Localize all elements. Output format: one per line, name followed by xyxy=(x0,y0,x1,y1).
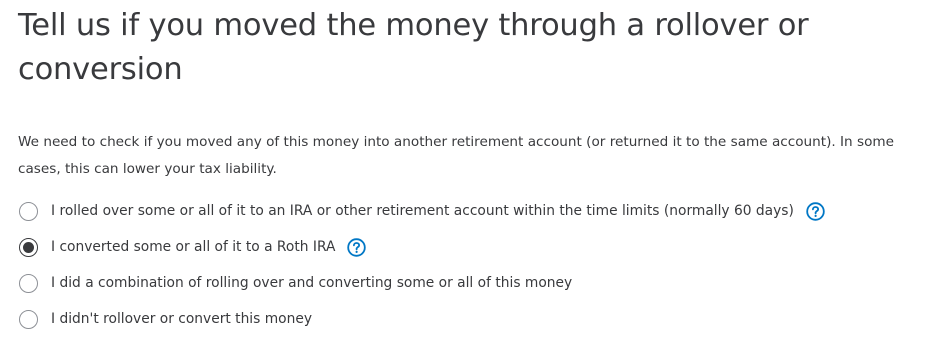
radio-button-rolled-over[interactable] xyxy=(19,201,38,221)
radio-button-no-rollover[interactable] xyxy=(19,309,38,329)
description-text: We need to check if you moved any of thi… xyxy=(18,134,894,177)
radio-label-rolled-over[interactable]: I rolled over some or all of it to an IR… xyxy=(51,203,794,219)
radio-button-combination[interactable] xyxy=(19,273,38,293)
radio-option-combination[interactable]: I did a combination of rolling over and … xyxy=(19,265,938,301)
question-circle-icon[interactable] xyxy=(347,237,367,257)
rollover-conversion-section: Tell us if you moved the money through a… xyxy=(18,0,938,337)
radio-option-rolled-over[interactable]: I rolled over some or all of it to an IR… xyxy=(19,193,938,229)
radio-button-converted-roth[interactable] xyxy=(19,237,38,257)
radio-option-converted-roth[interactable]: I converted some or all of it to a Roth … xyxy=(19,229,938,265)
radio-label-no-rollover[interactable]: I didn't rollover or convert this money xyxy=(51,311,312,327)
radio-option-no-rollover[interactable]: I didn't rollover or convert this money xyxy=(19,301,938,337)
radio-group: I rolled over some or all of it to an IR… xyxy=(19,193,938,337)
radio-label-combination[interactable]: I did a combination of rolling over and … xyxy=(51,275,572,291)
radio-label-converted-roth[interactable]: I converted some or all of it to a Roth … xyxy=(51,239,335,255)
question-circle-icon[interactable] xyxy=(806,201,825,221)
page-title: Tell us if you moved the money through a… xyxy=(18,8,809,87)
